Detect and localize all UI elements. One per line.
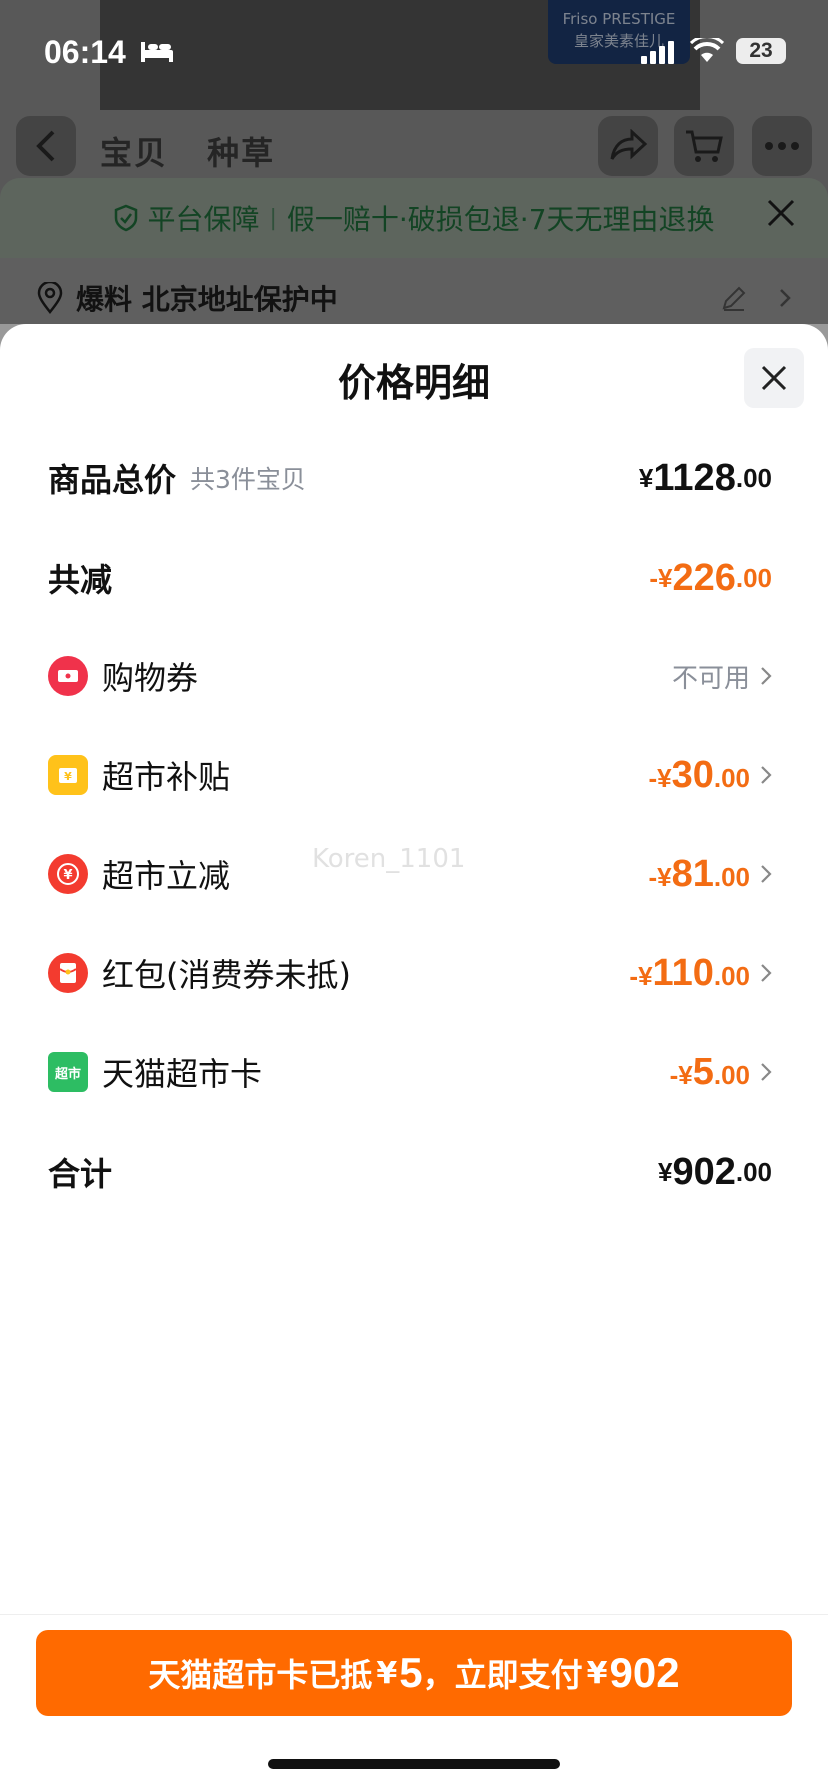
tmall-card-label: 天猫超市卡: [102, 1055, 263, 1093]
cart-button[interactable]: [674, 116, 734, 176]
location-pin-icon: [37, 282, 63, 314]
goods-total-label: 商品总价: [48, 461, 177, 499]
red-packet-amount: -¥110.00: [629, 951, 750, 994]
address-row[interactable]: 爆料 北京地址保护中: [36, 268, 792, 328]
shield-icon: [115, 204, 138, 232]
subsidy-label: 超市补贴: [102, 758, 231, 796]
more-button[interactable]: [752, 116, 812, 176]
watermark: Koren_1101: [312, 844, 466, 874]
goods-total-row: 商品总价 共3件宝贝 ¥1128.00: [48, 448, 772, 508]
red-packet-label: 红包(消费券未抵): [102, 956, 351, 994]
edit-icon[interactable]: [720, 284, 748, 312]
instant-discount-icon: ¥: [48, 854, 88, 894]
guarantee-banner: 平台保障 | 假一赔十·破损包退·7天无理由退换: [0, 178, 828, 258]
tmall-card-amount: -¥5.00: [669, 1050, 750, 1093]
red-packet-row[interactable]: 红包(消费券未抵) -¥110.00: [48, 943, 772, 1003]
more-icon: [765, 142, 799, 150]
divider: |: [269, 205, 277, 231]
card-amount: 5: [399, 1649, 423, 1696]
subsidy-icon: ¥: [48, 755, 88, 795]
coupon-label: 购物券: [102, 659, 199, 697]
pay-button[interactable]: 天猫超市卡已抵 ¥ 5 ，立即支付 ¥ 902: [36, 1630, 792, 1716]
guarantee-label: 平台保障: [147, 203, 260, 236]
pay-prefix: 天猫超市卡已抵: [148, 1656, 373, 1694]
sheet-title: 价格明细: [337, 361, 490, 405]
instant-discount-label: 超市立减: [102, 857, 231, 895]
wifi-icon: [690, 38, 724, 62]
pay-amount: 902: [609, 1649, 680, 1696]
home-indicator[interactable]: [268, 1759, 560, 1769]
chevron-right-icon: [761, 1063, 772, 1081]
subsidy-amount: -¥30.00: [648, 753, 750, 796]
tab-recommend[interactable]: 种草: [207, 134, 275, 172]
status-bar: 06:14 23: [0, 0, 828, 100]
address-text: 爆料 北京地址保护中: [76, 283, 338, 316]
total-discount-label: 共减: [48, 561, 113, 599]
goods-count: 共3件宝贝: [190, 465, 306, 494]
chevron-left-icon: [36, 130, 55, 162]
grand-total-amount: ¥902.00: [657, 1150, 772, 1193]
goods-total-amount: ¥1128.00: [638, 456, 772, 499]
chevron-right-icon: [761, 667, 772, 685]
chevron-right-icon: [761, 865, 772, 883]
battery-icon: 23: [736, 38, 786, 64]
chevron-right-icon: [761, 766, 772, 784]
total-discount-row: 共减 -¥ 226.00: [48, 548, 772, 608]
top-nav: 宝贝 种草: [0, 116, 828, 180]
pay-middle: ，立即支付: [422, 1656, 583, 1694]
back-button[interactable]: [16, 116, 76, 176]
status-time: 06:14: [44, 34, 126, 70]
subsidy-row[interactable]: ¥ 超市补贴 -¥30.00: [48, 745, 772, 805]
grand-total-row: 合计 ¥902.00: [48, 1142, 772, 1202]
divider: [0, 1614, 828, 1615]
chevron-right-icon: [780, 289, 791, 307]
tmall-card-row[interactable]: 超市 天猫超市卡 -¥5.00: [48, 1042, 772, 1102]
close-icon: [761, 365, 787, 391]
chevron-right-icon: [761, 964, 772, 982]
price-detail-sheet: 价格明细 商品总价 共3件宝贝 ¥1128.00 共减 -¥ 226.00 购物券…: [0, 324, 828, 1792]
share-button[interactable]: [598, 116, 658, 176]
close-button[interactable]: [744, 348, 804, 408]
sleep-focus-icon: [141, 42, 173, 62]
instant-discount-amount: -¥81.00: [648, 852, 750, 895]
total-discount-amount: -¥ 226.00: [649, 556, 772, 599]
red-packet-icon: [48, 953, 88, 993]
signal-icon: [641, 41, 674, 64]
cart-icon: [686, 130, 723, 162]
grand-total-label: 合计: [48, 1155, 113, 1193]
coupon-row[interactable]: 购物券 不可用: [48, 646, 772, 706]
close-icon[interactable]: [766, 198, 796, 228]
coupon-icon: [48, 656, 88, 696]
svg-text:¥: ¥: [64, 770, 72, 783]
svg-text:¥: ¥: [63, 868, 72, 883]
tmall-card-icon: 超市: [48, 1052, 88, 1092]
nav-tabs: 宝贝 种草: [100, 128, 301, 174]
share-icon: [610, 129, 648, 160]
guarantee-items: 假一赔十·破损包退·7天无理由退换: [286, 203, 715, 236]
tab-baby[interactable]: 宝贝: [100, 134, 168, 172]
coupon-status: 不可用: [671, 663, 750, 694]
